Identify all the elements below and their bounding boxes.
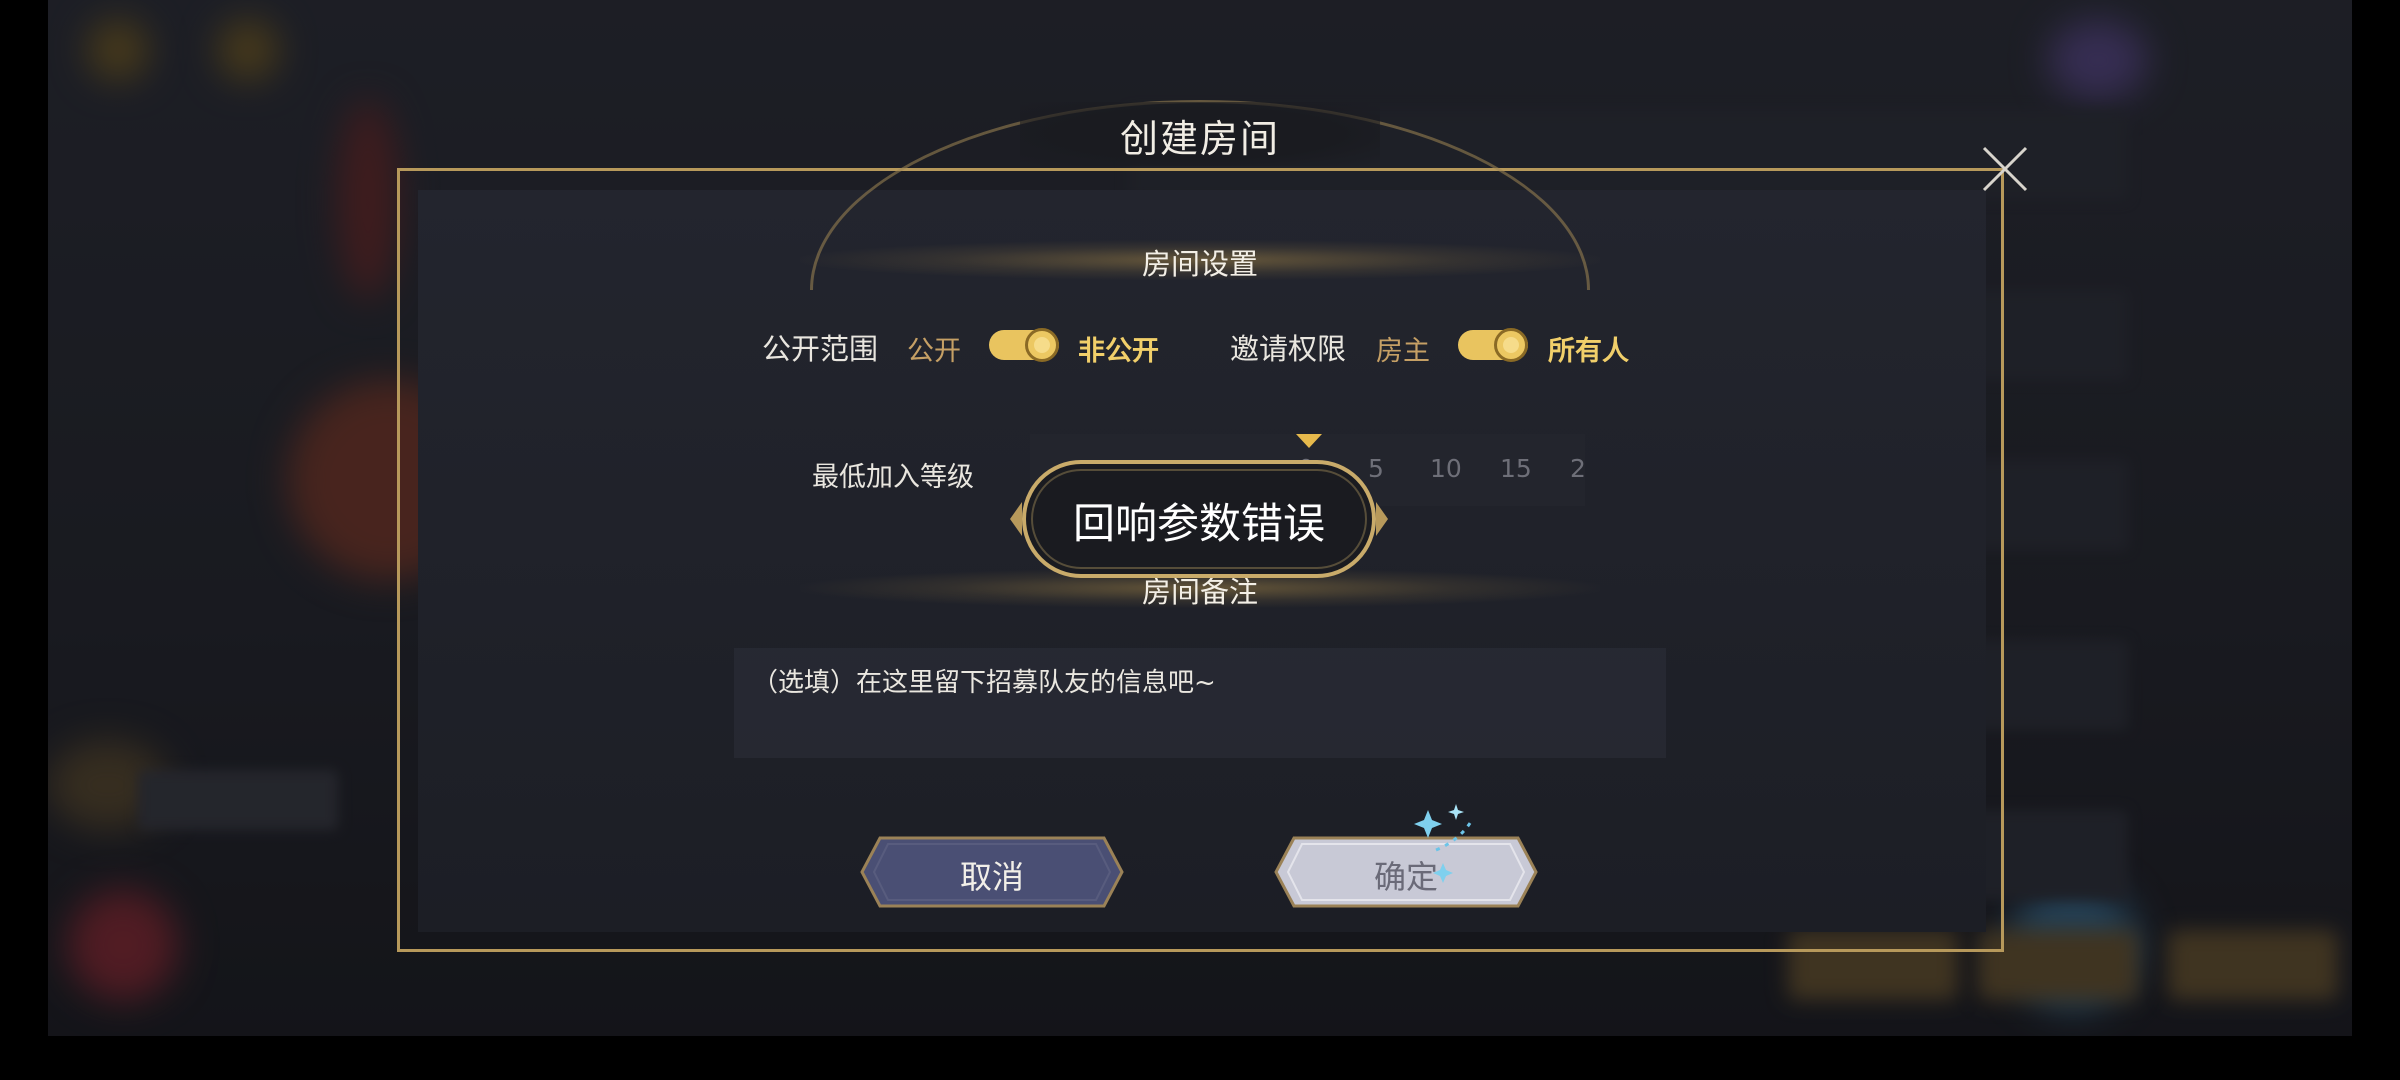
close-icon [1982, 146, 2028, 192]
level-tick[interactable]: 10 [1430, 454, 1462, 483]
public-scope-toggle[interactable] [989, 328, 1059, 362]
private-option[interactable]: 非公开 [1078, 329, 1159, 368]
cancel-label: 取消 [959, 858, 1024, 896]
dialog-title: 创建房间 [1119, 117, 1280, 161]
level-tick[interactable]: 2 [1570, 454, 1586, 483]
level-pointer-icon[interactable] [1296, 434, 1322, 448]
room-settings-title: 房间设置 [1141, 247, 1258, 281]
min-level-label: 最低加入等级 [812, 462, 974, 493]
cancel-button[interactable]: 取消 [858, 834, 1126, 910]
everyone-option[interactable]: 所有人 [1548, 329, 1629, 368]
toast-message: 回响参数错误 [1072, 499, 1325, 548]
confirm-button[interactable]: 确定 [1272, 834, 1540, 910]
close-button[interactable] [1978, 142, 2032, 196]
confirm-label: 确定 [1373, 858, 1438, 896]
sparkle-icon [1414, 804, 1474, 883]
invite-permission-toggle[interactable] [1458, 328, 1528, 362]
level-tick[interactable]: 15 [1500, 454, 1532, 483]
public-option[interactable]: 公开 [907, 329, 961, 368]
room-note-placeholder: （选填）在这里留下招募队友的信息吧~ [752, 668, 1216, 698]
invite-permission-label: 邀请权限 [1230, 332, 1347, 366]
public-scope-label: 公开范围 [762, 332, 879, 366]
owner-option[interactable]: 房主 [1376, 329, 1430, 368]
